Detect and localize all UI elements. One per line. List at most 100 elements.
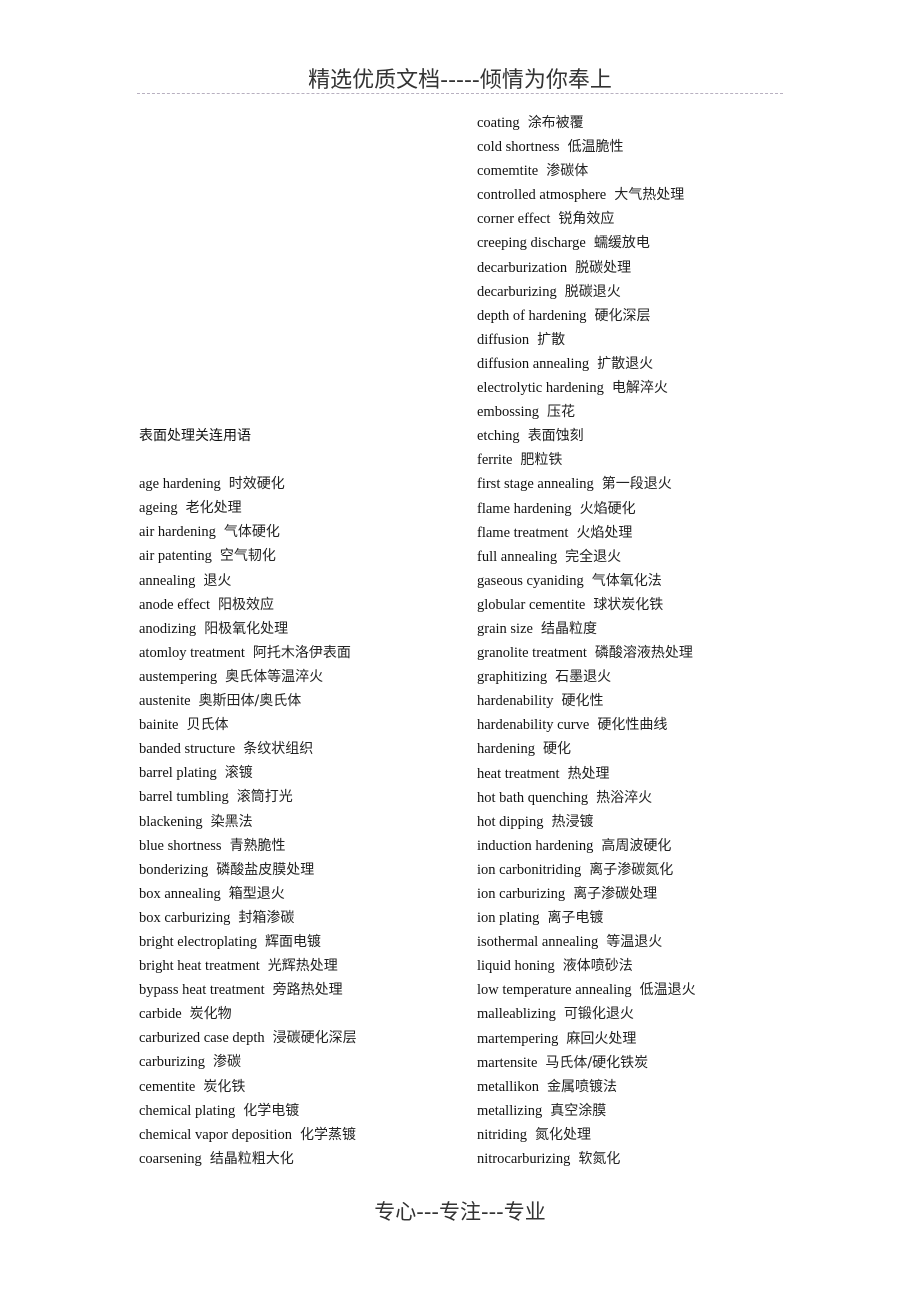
glossary-entry: metallizing 真空涂膜 — [477, 1099, 696, 1123]
term-chinese: 马氏体/硬化铁炭 — [545, 1054, 649, 1071]
term-chinese: 低温脆性 — [567, 139, 624, 156]
glossary-entry: flame treatment 火焰处理 — [477, 521, 696, 545]
term-chinese: 阳极效应 — [217, 596, 274, 613]
glossary-entry: etching 表面蚀刻 — [477, 424, 696, 448]
term-chinese: 硬化深层 — [594, 307, 651, 324]
term-chinese: 浸碳硬化深层 — [272, 1030, 357, 1047]
term-english: flame treatment — [477, 524, 569, 541]
term-english: banded structure — [139, 741, 236, 758]
glossary-entry: low temperature annealing 低温退火 — [477, 978, 696, 1002]
glossary-entry: bypass heat treatment 旁路热处理 — [139, 978, 357, 1002]
left-column: 表面处理关连用语 age hardening 时效硬化 ageing 老化处理 air … — [139, 424, 357, 1171]
term-chinese: 离子渗碳处理 — [573, 886, 658, 902]
glossary-entry: anode effect 阳极效应 — [139, 593, 357, 617]
term-english: bright heat treatment — [139, 958, 260, 975]
glossary-entry: diffusion 扩散 — [477, 328, 696, 352]
glossary-entry: air patenting 空气韧化 — [139, 544, 357, 568]
term-chinese: 肥粒铁 — [520, 452, 563, 469]
glossary-entry: atomloy treatment 阿托木洛伊表面 — [139, 641, 357, 665]
term-chinese: 炭化物 — [189, 1006, 232, 1023]
term-english: gaseous cyaniding — [477, 572, 584, 589]
term-chinese: 结晶粒度 — [540, 620, 597, 637]
term-chinese: 硬化 — [542, 741, 571, 758]
term-english: corner effect — [477, 211, 551, 228]
term-english: martensite — [477, 1054, 538, 1071]
glossary-entry: ion plating 离子电镀 — [477, 906, 696, 930]
term-chinese: 氮化处理 — [534, 1126, 591, 1143]
term-chinese: 箱型退火 — [228, 885, 285, 902]
glossary-entry: embossing 压花 — [477, 400, 696, 424]
term-chinese: 第一段退火 — [601, 476, 672, 493]
term-english: grain size — [477, 620, 533, 637]
term-chinese: 渗碳体 — [546, 163, 589, 180]
term-english: blue shortness — [139, 837, 222, 854]
term-chinese: 化学电镀 — [243, 1102, 300, 1119]
glossary-entry: anodizing 阳极氧化处理 — [139, 617, 357, 641]
term-chinese: 炭化铁 — [203, 1078, 246, 1095]
term-english: decarburizing — [477, 283, 557, 300]
term-english: graphitizing — [477, 669, 548, 686]
term-chinese: 脱碳退火 — [564, 283, 621, 300]
term-english: martempering — [477, 1030, 559, 1047]
term-chinese: 退火 — [203, 572, 232, 589]
glossary-entry: annealing 退火 — [139, 569, 357, 593]
term-english: hot bath quenching — [477, 789, 589, 806]
term-english: bonderizing — [139, 861, 209, 878]
term-english: chemical vapor deposition — [139, 1126, 293, 1143]
term-chinese: 渗碳 — [213, 1054, 242, 1071]
term-english: embossing — [477, 404, 540, 421]
term-english: diffusion annealing — [477, 355, 590, 372]
glossary-entry: age hardening 时效硬化 — [139, 472, 357, 496]
term-chinese: 阳极氧化处理 — [204, 620, 289, 637]
glossary-entry: induction hardening 高周波硬化 — [477, 834, 696, 858]
term-english: liquid honing — [477, 958, 555, 975]
glossary-entry: chemical plating 化学电镀 — [139, 1099, 357, 1123]
term-chinese: 脱碳处理 — [575, 259, 632, 276]
glossary-entry: controlled atmosphere 大气热处理 — [477, 183, 696, 207]
term-english: flame hardening — [477, 500, 572, 517]
term-chinese: 压花 — [547, 404, 576, 421]
term-chinese: 气体硬化 — [223, 524, 280, 541]
term-english: carburizing — [139, 1054, 206, 1071]
glossary-entry: ferrite 肥粒铁 — [477, 448, 696, 472]
term-chinese: 蠕缓放电 — [593, 235, 650, 252]
glossary-entry: granolite treatment 磷酸溶液热处理 — [477, 641, 696, 665]
glossary-entry: malleablizing 可锻化退火 — [477, 1002, 696, 1026]
glossary-entry: ion carbonitriding 离子渗碳氮化 — [477, 858, 696, 882]
term-chinese: 热浴淬火 — [596, 789, 653, 806]
term-english: full annealing — [477, 548, 558, 565]
term-english: annealing — [139, 572, 196, 589]
glossary-entry: corner effect 锐角效应 — [477, 207, 696, 231]
glossary-entry: depth of hardening 硬化深层 — [477, 304, 696, 328]
term-english: low temperature annealing — [477, 982, 632, 999]
term-chinese: 奥斯田体/奥氏体 — [198, 693, 302, 710]
glossary-entry: isothermal annealing 等温退火 — [477, 930, 696, 954]
term-chinese: 辉面电镀 — [264, 933, 321, 950]
glossary-entry: heat treatment 热处理 — [477, 762, 696, 786]
glossary-entry: bainite 贝氏体 — [139, 713, 357, 737]
term-chinese: 封箱渗碳 — [238, 909, 295, 926]
glossary-entry: cold shortness 低温脆性 — [477, 135, 696, 159]
term-english: coarsening — [139, 1150, 202, 1167]
term-english: etching — [477, 428, 520, 445]
glossary-entry: bright heat treatment 光辉热处理 — [139, 954, 357, 978]
term-chinese: 光辉热处理 — [267, 958, 338, 975]
glossary-entry: carburizing 渗碳 — [139, 1050, 357, 1074]
term-chinese: 离子渗碳氮化 — [589, 861, 674, 878]
glossary-entry: carburized case depth 浸碳硬化深层 — [139, 1026, 357, 1050]
term-english: granolite treatment — [477, 645, 587, 662]
glossary-entry: coating 涂布被覆 — [477, 111, 696, 135]
left-glossary-list: age hardening 时效硬化 ageing 老化处理 air hardening… — [139, 472, 357, 1171]
term-english: coating — [477, 115, 520, 131]
term-chinese: 可锻化退火 — [563, 1006, 634, 1023]
term-english: metallizing — [477, 1102, 543, 1119]
glossary-entry: bright electroplating 辉面电镀 — [139, 930, 357, 954]
term-english: cold shortness — [477, 139, 560, 156]
term-english: ageing — [139, 500, 178, 517]
term-chinese: 火焰处理 — [576, 524, 633, 541]
right-column: coating 涂布被覆 cold shortness 低温脆性 comemtite 渗碳… — [477, 111, 696, 1171]
term-english: ion carburizing — [477, 886, 566, 902]
term-english: air hardening — [139, 524, 216, 541]
glossary-entry: carbide 炭化物 — [139, 1002, 357, 1026]
